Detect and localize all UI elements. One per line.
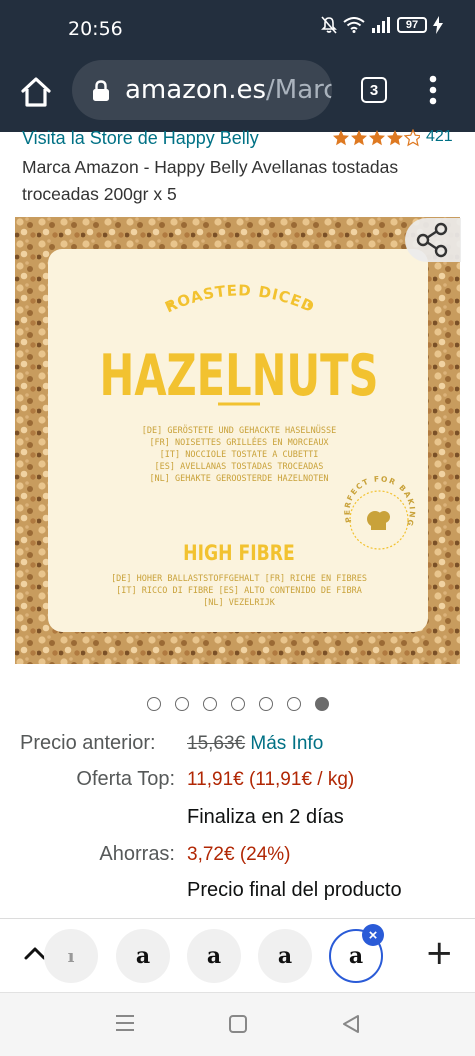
star-rating[interactable] [332,128,420,148]
translation-line: [IT] NOCCIOLE TOSTATE A CUBETTI [160,450,319,460]
carousel-dot[interactable] [174,697,189,711]
carousel-dot[interactable] [258,697,273,711]
charging-bolt-icon [433,16,443,34]
battery-indicator: 97 [397,17,427,33]
amazon-logo-icon: a [206,943,222,969]
tab-amazon-2[interactable]: a [187,929,241,983]
tab-switcher-button[interactable]: 3 [361,77,387,103]
page: 20:56 97 amazon.es/Marc 3 Visita la Stor… [0,0,475,1056]
share-button[interactable] [405,218,461,262]
carousel-dot[interactable] [286,697,301,711]
status-bar: 20:56 97 [0,0,475,60]
translation-line: [DE] GERÖSTETE UND GEHACKTE HASELNÜSSE [142,425,336,436]
tab-amazon-3[interactable]: a [258,929,312,983]
savings-value: 3,72€ (24%) [187,844,291,865]
signal-icon [372,17,390,33]
stars-icon [333,129,420,146]
package-name: HAZELNUTS [100,343,379,409]
carousel-dot[interactable] [230,697,245,711]
mute-bell-icon [321,16,337,34]
deal-price: 11,91€ (11,91€ / kg) [187,769,355,790]
package-photo: ROASTED DICED HAZELNUTS [DE] GERÖSTETE U… [15,217,460,664]
amazon-logo-icon: a [135,943,151,969]
more-vert-icon[interactable] [423,74,443,106]
new-tab-button[interactable]: + [425,936,454,970]
carousel-dots [0,697,475,715]
fibre-line: [IT] RICCO DI FIBRE [ES] ALTO CONTENIDO … [116,586,362,596]
translation-line: [NL] GEHAKTE GEROOSTERDE HAZELNOTEN [149,474,328,484]
deal-label: Oferta Top: [76,768,175,790]
carousel-dot[interactable] [314,697,329,711]
close-tab-button[interactable]: × [362,924,384,946]
tab-partial-glyph: ı [67,945,75,967]
fibre-heading: HIGH FIBRE [183,540,295,565]
translation-line: [FR] NOISETTES GRILLÉES EN MORCEAUX [149,436,329,448]
url-bar[interactable]: amazon.es/Marca [72,60,332,120]
savings-label: Ahorras: [99,843,175,865]
back-triangle-icon[interactable] [340,1013,362,1035]
previous-price-row: 15,63€ Más Info [187,733,323,755]
tab-partial[interactable]: ı [44,929,98,983]
translation-line: [ES] AVELLANAS TOSTADAS TROCEADAS [155,462,324,472]
store-link[interactable]: Visita la Store de Happy Belly [22,128,259,149]
final-price-note: Precio final del producto [187,879,402,901]
lock-icon [93,80,109,101]
carousel-dot[interactable] [202,697,217,711]
product-image[interactable]: ROASTED DICED HAZELNUTS [DE] GERÖSTETE U… [15,217,460,664]
status-time: 20:56 [68,18,123,40]
wifi-icon [343,17,365,33]
square-home-icon[interactable] [228,1014,248,1034]
browser-toolbar: amazon.es/Marca 3 [0,60,475,132]
previous-price-label: Precio anterior: [20,732,156,754]
status-icons: 97 [321,16,443,34]
url-path: /Marca [266,75,332,105]
share-icon [416,222,448,258]
fibre-line: [NL] VEZELRIJK [203,598,276,608]
previous-price-value: 15,63€ [187,733,246,754]
tab-strip: ı a a a a [0,918,475,992]
package-translations: [DE] GERÖSTETE UND GEHACKTE HASELNÜSSE [… [142,425,336,484]
url-text: amazon.es/Marca [125,75,332,105]
deal-ends: Finaliza en 2 días [187,806,344,828]
amazon-logo-icon: a [348,943,364,969]
more-info-link[interactable]: Más Info [250,733,323,754]
url-domain: amazon.es [125,75,267,105]
fibre-line: [DE] HOHER BALLASTSTOFFGEHALT [FR] RICHE… [111,574,367,584]
amazon-logo-icon: a [277,943,293,969]
rating-count[interactable]: 421 [426,128,453,146]
product-title: Marca Amazon - Happy Belly Avellanas tos… [22,157,399,204]
tab-amazon-1[interactable]: a [116,929,170,983]
recents-icon[interactable] [114,1013,136,1033]
system-nav-bar [0,992,475,1056]
carousel-dot[interactable] [146,697,161,711]
home-icon[interactable] [18,74,54,110]
brand-rating-line: Visita la Store de Happy Belly 421 [22,128,462,152]
